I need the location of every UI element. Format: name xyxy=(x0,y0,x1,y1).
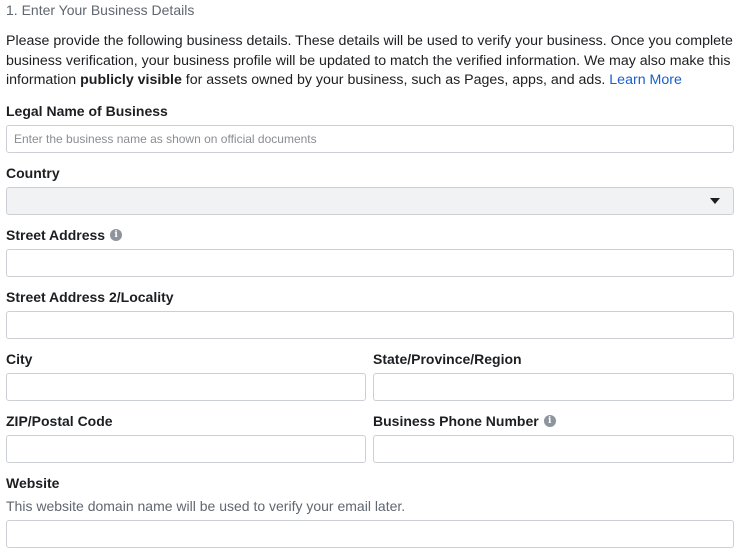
zip-label: ZIP/Postal Code xyxy=(6,413,113,429)
intro-text: Please provide the following business de… xyxy=(6,32,741,91)
phone-label-text: Business Phone Number xyxy=(373,413,539,429)
country-label: Country xyxy=(6,165,60,181)
phone-label: Business Phone Number i xyxy=(373,413,556,429)
country-select[interactable] xyxy=(6,187,734,215)
website-label-text: Website xyxy=(6,475,60,491)
zip-label-text: ZIP/Postal Code xyxy=(6,413,113,429)
city-label: City xyxy=(6,351,32,367)
country-label-text: Country xyxy=(6,165,60,181)
step-title: 1. Enter Your Business Details xyxy=(6,2,195,18)
zip-input[interactable] xyxy=(6,435,366,463)
learn-more-link[interactable]: Learn More xyxy=(609,72,682,88)
legal-name-label-text: Legal Name of Business xyxy=(6,103,168,119)
legal-name-label: Legal Name of Business xyxy=(6,103,168,119)
city-input[interactable] xyxy=(6,373,366,401)
street-address-2-input[interactable] xyxy=(6,311,734,339)
street-address-2-label-text: Street Address 2/Locality xyxy=(6,289,174,305)
street-address-label: Street Address i xyxy=(6,227,123,243)
state-label-text: State/Province/Region xyxy=(373,351,522,367)
intro-text-part2: for assets owned by your business, such … xyxy=(181,72,610,88)
website-label: Website xyxy=(6,475,59,491)
city-label-text: City xyxy=(6,351,33,367)
chevron-down-icon xyxy=(710,198,720,204)
website-helper-text: This website domain name will be used to… xyxy=(6,498,406,514)
legal-name-input[interactable] xyxy=(6,125,734,153)
info-icon[interactable]: i xyxy=(543,415,556,427)
state-label: State/Province/Region xyxy=(373,351,522,367)
state-input[interactable] xyxy=(373,373,734,401)
street-address-label-text: Street Address xyxy=(6,227,106,243)
intro-bold-text: publicly visible xyxy=(80,72,182,88)
website-input[interactable] xyxy=(6,520,734,548)
info-icon[interactable]: i xyxy=(110,229,123,241)
phone-input[interactable] xyxy=(373,435,734,463)
street-address-input[interactable] xyxy=(6,249,734,277)
street-address-2-label: Street Address 2/Locality xyxy=(6,289,174,305)
